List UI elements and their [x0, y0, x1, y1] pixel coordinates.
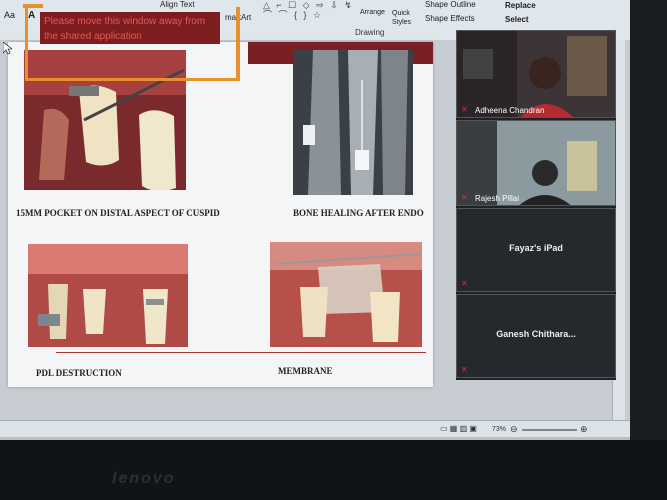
video-feed-1: [457, 31, 615, 117]
zoom-level: 73%: [492, 426, 507, 433]
screen: Aa A Align Text martArt △ ⌐ ☐ ◇ ⇨ ⇩ ↯ ⌒ …: [0, 0, 630, 440]
participant-name: Rajesh Pillai: [475, 194, 520, 203]
view-buttons[interactable]: ▭ ▦ ▥ ▣: [440, 424, 477, 433]
xray-graphic: [293, 50, 413, 195]
caption-membrane: MEMBRANE: [278, 366, 333, 376]
status-bar: ▭ ▦ ▥ ▣ 73% ⊖ ⊕: [0, 420, 630, 437]
participant-name: Ganesh Chithara...: [496, 329, 576, 339]
muted-mic-icon: ✕: [461, 279, 468, 288]
shape-effects-button[interactable]: Shape Effects: [425, 14, 475, 23]
arrange-button[interactable]: Arrange: [360, 9, 385, 16]
zoom-slider[interactable]: [522, 429, 577, 431]
shape-outline-button[interactable]: Shape Outline: [425, 0, 476, 9]
participant-name: Fayaz's iPad: [509, 243, 563, 253]
pdl-photo-graphic: [28, 244, 188, 347]
participant-tile[interactable]: ✕ Adheena Chandran: [456, 30, 616, 118]
slide: 15MM POCKET ON DISTAL ASPECT OF CUSPID B…: [8, 42, 433, 387]
muted-mic-icon: ✕: [461, 193, 468, 202]
shapes-gallery[interactable]: △ ⌐ ☐ ◇ ⇨ ⇩ ↯ ⌒ ⌒ { } ☆: [263, 0, 355, 22]
slide-divider: [56, 352, 426, 353]
select-button[interactable]: Select: [505, 15, 529, 24]
caption-pdl: PDL DESTRUCTION: [36, 368, 122, 378]
participant-tile[interactable]: Ganesh Chithara... ✕: [456, 294, 616, 378]
photo-pdl-destruction: [28, 244, 188, 347]
caption-cuspid-pocket: 15MM POCKET ON DISTAL ASPECT OF CUSPID: [16, 208, 220, 218]
participant-tile[interactable]: ✕ Rajesh Pillai: [456, 120, 616, 206]
laptop-brand-logo: lenovo: [112, 470, 176, 487]
photo-xray: [293, 50, 413, 195]
video-participant-panel: ✕ Adheena Chandran ✕ Rajesh Pillai Fayaz…: [456, 30, 616, 380]
caption-bone-healing: BONE HEALING AFTER ENDO: [293, 208, 424, 218]
zoom-in-button[interactable]: ⊕: [580, 424, 588, 435]
zoom-out-button[interactable]: ⊖: [510, 424, 518, 435]
background-right: [630, 0, 667, 440]
muted-mic-icon: ✕: [461, 365, 468, 374]
mouse-cursor-icon: [3, 42, 12, 55]
replace-button[interactable]: Replace: [505, 1, 536, 10]
share-warning-banner: Please move this window away from the sh…: [40, 12, 220, 44]
drawing-group-label: Drawing: [355, 28, 385, 37]
muted-mic-icon: ✕: [461, 105, 468, 114]
participant-tile[interactable]: Fayaz's iPad ✕: [456, 208, 616, 292]
font-size-button[interactable]: Aa: [4, 10, 15, 20]
quick-styles-button[interactable]: Quick Styles: [392, 9, 420, 27]
laptop-bezel: [0, 440, 667, 500]
photo-membrane: [270, 242, 422, 347]
participant-name: Adheena Chandran: [475, 106, 545, 115]
membrane-photo-graphic: [270, 242, 422, 347]
